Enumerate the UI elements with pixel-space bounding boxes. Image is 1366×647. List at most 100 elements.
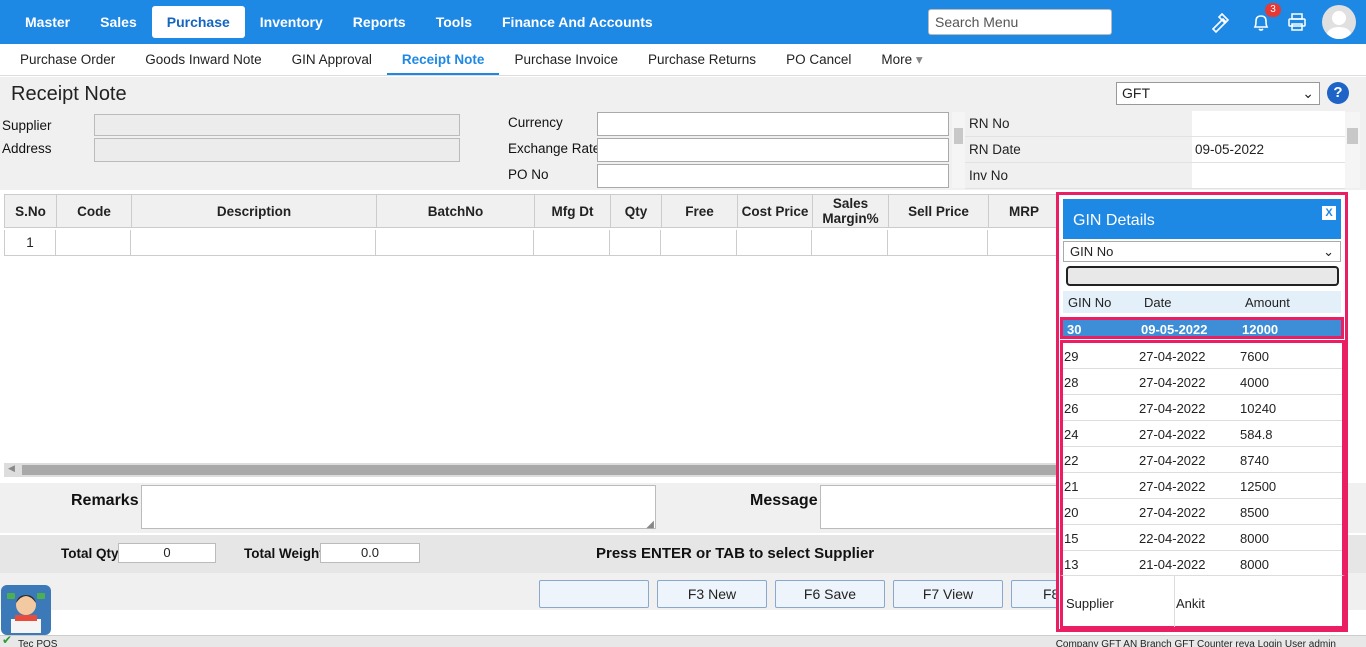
tab-purchase-order[interactable]: Purchase Order (5, 44, 130, 75)
message-textarea[interactable] (820, 485, 1060, 529)
gin-date: 21-04-2022 (1139, 557, 1206, 572)
gin-selected-date: 09-05-2022 (1141, 322, 1208, 337)
menu-master[interactable]: Master (10, 6, 85, 38)
scroll-thumb[interactable] (22, 465, 1062, 475)
rn-no-value[interactable] (1192, 111, 1345, 136)
gin-amount: 4000 (1240, 375, 1269, 390)
cell-code[interactable] (56, 230, 131, 255)
cell-sales-margin[interactable] (812, 230, 888, 255)
scroll-left-icon[interactable]: ◀ (8, 463, 15, 474)
grid-horizontal-scrollbar[interactable]: ◀ (4, 463, 1062, 477)
new-button[interactable]: F3 New (657, 580, 767, 608)
tab-receipt-note[interactable]: Receipt Note (386, 44, 500, 75)
cell-batchno[interactable] (376, 230, 534, 255)
total-weight-label: Total Weight (244, 546, 324, 561)
inv-no-value[interactable] (1192, 163, 1345, 188)
list-item[interactable]: 15 22-04-2022 8000 (1063, 525, 1342, 551)
list-item[interactable]: 29 27-04-2022 7600 (1063, 343, 1342, 369)
grid-header: S.No Code Description BatchNo Mfg Dt Qty… (4, 194, 1060, 228)
total-weight-value: 0.0 (320, 543, 420, 563)
gin-no: 28 (1064, 375, 1079, 390)
rn-date-row: RN Date 09-05-2022 (965, 137, 1345, 163)
col-free: Free (662, 195, 738, 227)
cell-free[interactable] (661, 230, 737, 255)
gin-col-no: GIN No (1068, 295, 1112, 310)
cell-description[interactable] (131, 230, 376, 255)
list-item[interactable]: 13 21-04-2022 8000 (1063, 551, 1342, 575)
address-field[interactable] (94, 138, 460, 162)
col-cost-price: Cost Price (738, 195, 813, 227)
gin-selected-amount: 12000 (1242, 322, 1279, 337)
rn-scrollbar[interactable] (1345, 112, 1360, 188)
divider (1174, 575, 1175, 627)
search-menu-input[interactable] (928, 9, 1112, 35)
close-icon[interactable]: X (1322, 206, 1336, 220)
rn-panel: RN No RN Date 09-05-2022 Inv No (965, 111, 1345, 190)
save-button[interactable]: F6 Save (775, 580, 885, 608)
cell-mfg-dt[interactable] (534, 230, 610, 255)
gin-selected-row[interactable]: 30 09-05-2022 12000 (1060, 317, 1344, 339)
total-qty-value: 0 (118, 543, 216, 563)
tab-purchase-invoice[interactable]: Purchase Invoice (499, 44, 633, 75)
view-button[interactable]: F7 View (893, 580, 1003, 608)
support-chat-widget[interactable] (1, 585, 51, 635)
menu-purchase[interactable]: Purchase (151, 6, 245, 38)
total-qty-label: Total Qty (61, 546, 119, 561)
gin-amount: 7600 (1240, 349, 1269, 364)
gin-no: 24 (1064, 427, 1079, 442)
tab-more[interactable]: More ▾ (866, 44, 937, 75)
list-item[interactable]: 24 27-04-2022 584.8 (1063, 421, 1342, 447)
list-item[interactable]: 28 27-04-2022 4000 (1063, 369, 1342, 395)
tab-po-cancel[interactable]: PO Cancel (771, 44, 866, 75)
col-sell-price: Sell Price (889, 195, 989, 227)
list-item[interactable]: 26 27-04-2022 10240 (1063, 395, 1342, 421)
currency-label: Currency (508, 115, 563, 130)
tab-gin-approval[interactable]: GIN Approval (277, 44, 387, 75)
rn-date-value[interactable]: 09-05-2022 (1192, 137, 1345, 162)
remarks-textarea[interactable]: ◢ (141, 485, 656, 530)
table-row[interactable]: 1 (4, 230, 1058, 256)
cell-mrp[interactable] (988, 230, 1058, 255)
menu-finance[interactable]: Finance And Accounts (487, 6, 668, 38)
currency-field[interactable] (597, 112, 949, 136)
scroll-thumb[interactable] (1347, 128, 1358, 144)
gin-no: 22 (1064, 453, 1079, 468)
branch-select[interactable]: GFT ⌄ (1116, 82, 1320, 105)
gin-filter-select[interactable]: GIN No ⌄ (1063, 241, 1341, 262)
tab-purchase-returns[interactable]: Purchase Returns (633, 44, 771, 75)
cell-cost-price[interactable] (737, 230, 812, 255)
gin-amount: 584.8 (1240, 427, 1273, 442)
cell-qty[interactable] (610, 230, 661, 255)
rn-no-row: RN No (965, 111, 1345, 137)
help-icon[interactable]: ? (1327, 82, 1349, 104)
form-scrollbar[interactable] (952, 112, 965, 188)
gin-amount: 12500 (1240, 479, 1277, 494)
textarea-resize-icon: ◢ (646, 519, 654, 530)
col-batchno: BatchNo (377, 195, 535, 227)
gin-search-input[interactable] (1066, 266, 1339, 286)
cell-sell-price[interactable] (888, 230, 988, 255)
po-no-field[interactable] (597, 164, 949, 188)
tab-goods-inward-note[interactable]: Goods Inward Note (130, 44, 276, 75)
menu-sales[interactable]: Sales (85, 6, 152, 38)
user-avatar[interactable] (1322, 5, 1356, 39)
list-item[interactable]: 22 27-04-2022 8740 (1063, 447, 1342, 473)
pen-ruler-icon[interactable] (1209, 11, 1231, 33)
exchange-rate-field[interactable] (597, 138, 949, 162)
gin-amount: 8000 (1240, 557, 1269, 572)
address-label: Address (2, 141, 52, 156)
menu-inventory[interactable]: Inventory (245, 6, 338, 38)
gin-amount: 8740 (1240, 453, 1269, 468)
gin-date: 27-04-2022 (1139, 479, 1206, 494)
menu-tools[interactable]: Tools (421, 6, 487, 38)
supplier-label: Supplier (2, 118, 52, 133)
blank-button[interactable] (539, 580, 649, 608)
scroll-thumb[interactable] (954, 128, 963, 144)
f8-button[interactable]: F8 (1011, 580, 1061, 608)
gin-no: 15 (1064, 531, 1079, 546)
supplier-field[interactable] (94, 114, 460, 136)
list-item[interactable]: 20 27-04-2022 8500 (1063, 499, 1342, 525)
printer-icon[interactable] (1286, 11, 1308, 33)
menu-reports[interactable]: Reports (338, 6, 421, 38)
list-item[interactable]: 21 27-04-2022 12500 (1063, 473, 1342, 499)
